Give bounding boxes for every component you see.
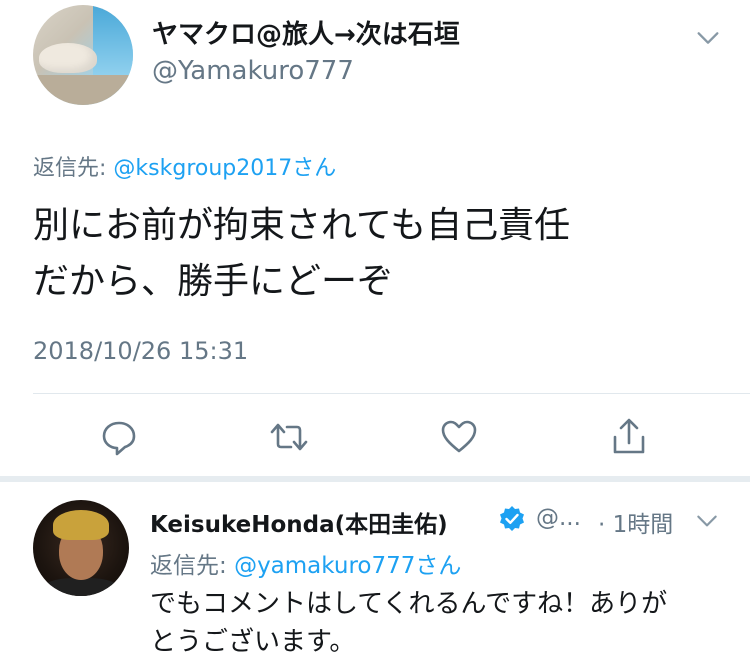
reply-prefix: 返信先: — [33, 156, 114, 181]
reply-context: 返信先: @kskgroup2017さん — [33, 150, 336, 182]
chevron-down-icon[interactable] — [694, 24, 722, 52]
tweet-text-line: 別にお前が拘束されても自己責任 — [33, 205, 571, 246]
section-divider — [0, 476, 750, 482]
avatar[interactable] — [33, 500, 129, 596]
tweet-text-line: とうございます。 — [150, 627, 356, 657]
avatar-cat — [39, 43, 97, 73]
tweet-text: 別にお前が拘束されても自己責任 だから、勝手にどーぞ — [33, 198, 723, 310]
avatar-ground — [33, 75, 133, 105]
tweet-text-line: だから、勝手にどーぞ — [33, 261, 394, 302]
verified-badge-icon — [500, 506, 524, 531]
reply-mention-link[interactable]: @kskgroup2017さん — [113, 156, 336, 181]
share-icon[interactable] — [609, 417, 649, 457]
display-name[interactable]: KeisukeHonda(本田圭佑) — [150, 505, 448, 539]
reply-prefix: 返信先: — [150, 553, 235, 579]
chevron-down-icon[interactable] — [694, 508, 720, 534]
avatar-shirt — [41, 578, 121, 596]
user-handle[interactable]: @Yamakuro777 — [152, 56, 354, 86]
like-icon[interactable] — [439, 417, 479, 457]
tweet-text: でもコメントはしてくれるんですね！ありが とうございます。 — [150, 585, 720, 661]
timestamp: 2018/10/26 15:31 — [33, 337, 249, 365]
avatar-hair — [53, 510, 109, 540]
reply-context: 返信先: @yamakuro777さん — [150, 546, 461, 580]
relative-time[interactable]: · 1時間 — [598, 505, 673, 539]
reply-icon[interactable] — [99, 417, 139, 457]
avatar[interactable] — [33, 5, 133, 105]
reply-mention-link[interactable]: @yamakuro777さん — [234, 553, 461, 579]
user-handle[interactable]: @... — [536, 505, 581, 531]
display-name[interactable]: ヤマクロ@旅人→次は石垣 — [152, 14, 460, 51]
tweet-text-line: でもコメントはしてくれるんですね！ありが — [150, 589, 668, 619]
divider — [33, 393, 750, 394]
avatar-sky — [93, 5, 133, 75]
retweet-icon[interactable] — [269, 417, 309, 457]
